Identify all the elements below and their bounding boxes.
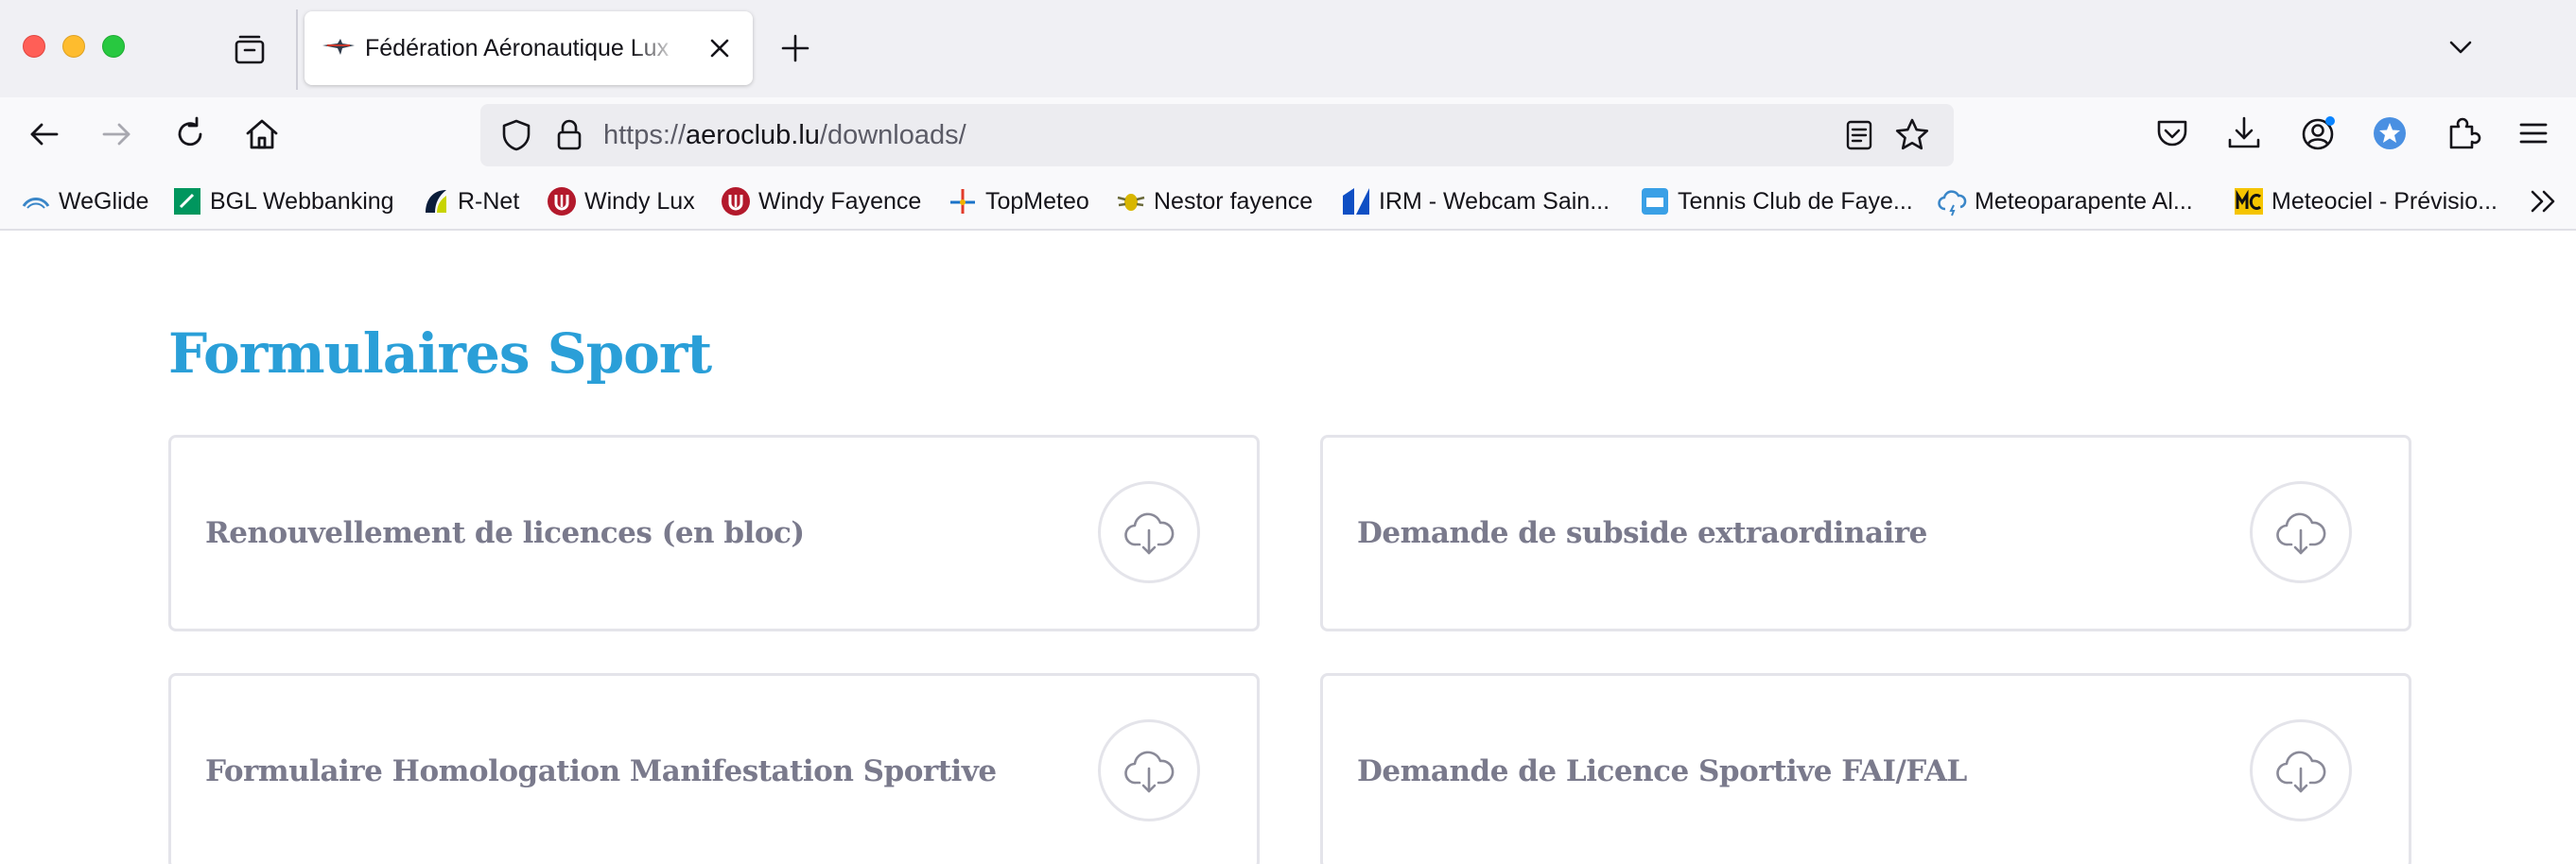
download-button[interactable] <box>1098 481 1200 583</box>
url-host: aeroclub.lu <box>686 120 820 150</box>
bookmark-label: Windy Fayence <box>758 188 922 215</box>
bookmark-label: TopMeteo <box>985 188 1089 215</box>
rnet-icon <box>426 190 446 213</box>
window-zoom-button[interactable] <box>102 35 125 58</box>
download-button[interactable] <box>2250 719 2352 821</box>
download-card-sport-license[interactable]: Demande de Licence Sportive FAI/FAL <box>1320 673 2411 864</box>
window-minimize-button[interactable] <box>62 35 85 58</box>
bookmark-label: BGL Webbanking <box>210 188 394 215</box>
shield-icon[interactable] <box>499 118 533 152</box>
active-tab[interactable]: Fédération Aéronautique Luxembourgeoise <box>305 11 753 85</box>
download-card-extraordinary-subsidy[interactable]: Demande de subside extraordinaire <box>1320 435 2411 631</box>
bookmark-label: R-Net <box>458 188 520 215</box>
aircraft-favicon-icon <box>322 36 356 60</box>
cloud-download-icon <box>2276 751 2326 793</box>
bookmark-label: Windy Lux <box>584 188 695 215</box>
reader-view-icon[interactable] <box>1842 118 1876 152</box>
download-label[interactable]: Demande de subside extraordinaire <box>1357 438 1927 629</box>
url-scheme: https:// <box>603 120 687 150</box>
tennis-icon <box>1642 188 1668 215</box>
bookmark-label: Tennis Club de Faye... <box>1678 188 1913 215</box>
forward-arrow-icon[interactable] <box>96 114 136 154</box>
download-card-event-homologation[interactable]: Formulaire Homologation Manifestation Sp… <box>168 673 1260 864</box>
home-icon[interactable] <box>242 114 282 154</box>
extensions-puzzle-icon[interactable] <box>2444 113 2483 153</box>
new-tab-icon[interactable] <box>777 30 813 66</box>
cloud-download-icon <box>1124 512 1175 555</box>
page-content: Formulaires Sport Renouvellement de lice… <box>0 231 2576 864</box>
windy-icon <box>722 187 750 216</box>
bookmark-label: WeGlide <box>59 188 149 215</box>
cloud-download-icon <box>2276 512 2326 555</box>
tab-separator <box>296 9 298 90</box>
bookmark-label: Meteoparapente Al... <box>1975 188 2193 215</box>
irm-icon <box>1343 188 1369 215</box>
url-bar[interactable]: https://aeroclub.lu/downloads/ <box>480 104 1954 166</box>
tab-title: Fédération Aéronautique Luxembourgeoise <box>365 35 670 61</box>
account-icon[interactable] <box>2298 113 2338 153</box>
download-card-license-renewal[interactable]: Renouvellement de licences (en bloc) <box>168 435 1260 631</box>
nestor-icon <box>1117 194 1145 211</box>
page-title: Formulaires Sport <box>168 321 712 386</box>
downloads-icon[interactable] <box>2224 113 2264 153</box>
download-label[interactable]: Formulaire Homologation Manifestation Sp… <box>205 676 997 864</box>
download-label[interactable]: Demande de Licence Sportive FAI/FAL <box>1357 676 1967 864</box>
download-button[interactable] <box>1098 719 1200 821</box>
bookmarks-toolbar: WeGlide BGL Webbanking R-Net Windy Lux W… <box>0 172 2576 231</box>
pocket-icon[interactable] <box>2152 113 2192 153</box>
bookmark-label: Meteociel - Prévisio... <box>2271 188 2498 215</box>
url-text[interactable]: https://aeroclub.lu/downloads/ <box>603 104 966 166</box>
topmeteo-icon <box>950 189 975 214</box>
url-path: /downloads/ <box>819 120 966 150</box>
tab-title-fade <box>632 30 679 66</box>
bookmark-star-icon[interactable] <box>1893 116 1931 154</box>
hamburger-menu-icon[interactable] <box>2514 113 2553 153</box>
close-tab-icon[interactable] <box>702 30 738 66</box>
back-arrow-icon[interactable] <box>25 114 64 154</box>
windy-icon <box>548 187 576 216</box>
bgl-icon <box>174 188 200 215</box>
window-close-button[interactable] <box>23 35 45 58</box>
bookmark-label: IRM - Webcam Sain... <box>1379 188 1610 215</box>
lock-icon[interactable] <box>552 118 586 152</box>
tab-strip: Fédération Aéronautique Luxembourgeoise <box>0 0 2576 97</box>
cloud-download-icon <box>1124 751 1175 793</box>
chevron-double-right-icon[interactable] <box>2525 183 2561 219</box>
extension-star-icon[interactable] <box>2370 113 2410 153</box>
download-label[interactable]: Renouvellement de licences (en bloc) <box>205 438 805 629</box>
download-button[interactable] <box>2250 481 2352 583</box>
cloud-icon <box>1938 190 1967 216</box>
weglide-icon <box>22 198 50 209</box>
tab-overview-icon[interactable] <box>233 32 267 66</box>
chevron-down-icon[interactable] <box>2444 30 2478 64</box>
reload-icon[interactable] <box>170 114 210 154</box>
navigation-toolbar: https://aeroclub.lu/downloads/ <box>0 97 2576 172</box>
bookmark-label: Nestor fayence <box>1154 188 1314 215</box>
meteociel-icon <box>2235 188 2263 215</box>
